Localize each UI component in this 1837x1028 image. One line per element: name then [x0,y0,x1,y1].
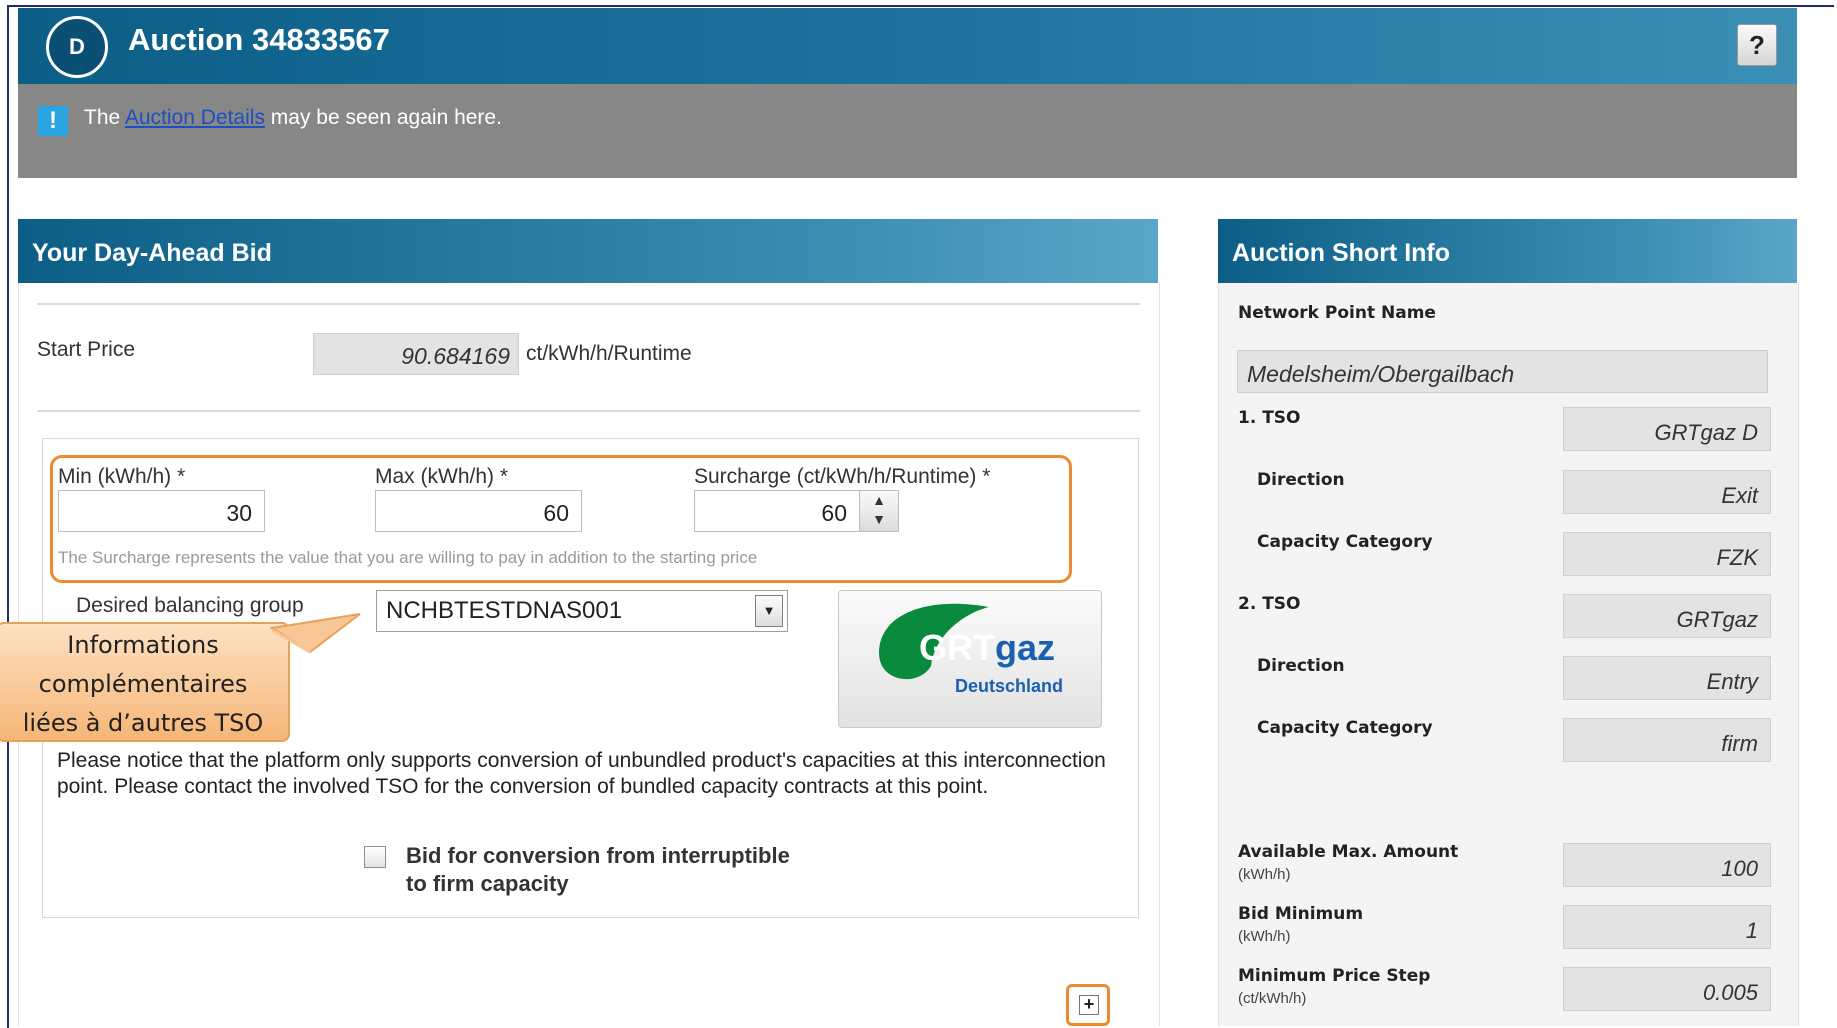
start-price-value: 90.684169 [313,333,519,375]
balancing-group-select[interactable]: NCHBTESTDNAS001 ▼ [376,590,788,632]
min-price-step-label: Minimum Price Step [1238,966,1431,986]
available-amount-unit: (kWh/h) [1238,866,1291,883]
max-input[interactable] [375,490,582,532]
plus-icon[interactable]: + [1079,995,1099,1015]
info-bar: ! The Auction Details may be seen again … [18,84,1797,178]
available-amount-value: 100 [1563,843,1771,887]
chevron-down-icon[interactable]: ▼ [860,510,898,529]
logo-grt: GRT [919,627,995,668]
tso-logo-card: GRTgaz Deutschland [838,590,1102,728]
callout-pointer [270,613,361,654]
short-info-header: Auction Short Info [1218,219,1797,283]
min-price-step-unit: (ct/kWh/h) [1238,990,1307,1007]
min-price-step-value: 0.005 [1563,967,1771,1011]
add-bid-button[interactable]: + [1066,984,1110,1026]
help-button[interactable]: ? [1737,24,1777,66]
info-icon: ! [38,106,68,136]
page-title: Auction 34833567 [128,22,390,57]
tso1-label: 1. TSO [1238,408,1301,428]
conversion-label-line: to firm capacity [406,871,569,896]
bid-minimum-unit: (kWh/h) [1238,928,1291,945]
chevron-down-icon[interactable]: ▼ [755,595,783,627]
min-input[interactable] [58,490,265,532]
annotation-callout: Informations complémentaires liées à d’a… [0,622,290,742]
network-point-value: Medelsheim/Obergailbach [1237,350,1768,393]
divider [37,410,1140,412]
tso2-category-label: Capacity Category [1257,718,1433,738]
surcharge-hint: The Surcharge represents the value that … [58,548,758,567]
min-label: Min (kWh/h) * [58,465,186,488]
tso2-direction-label: Direction [1257,656,1345,676]
surcharge-stepper[interactable]: ▲ ▼ [859,490,899,532]
conversion-label: Bid for conversion from interruptible to… [406,842,790,898]
tso2-direction-value: Entry [1563,656,1771,700]
start-price-unit: ct/kWh/h/Runtime [526,342,692,365]
tso2-category-value: firm [1563,718,1771,762]
balancing-group-value: NCHBTESTDNAS001 [386,597,623,624]
surcharge-input[interactable] [694,490,860,532]
tso1-category-value: FZK [1563,532,1771,576]
chevron-up-icon[interactable]: ▲ [860,491,898,510]
tso1-direction-value: Exit [1563,470,1771,514]
callout-line: Informations [67,631,219,659]
auction-header: D Auction 34833567 ? [18,8,1797,84]
tso1-value: GRTgaz D [1563,407,1771,451]
conversion-label-line: Bid for conversion from interruptible [406,843,790,868]
bid-minimum-label: Bid Minimum [1238,904,1364,924]
tso2-value: GRTgaz [1563,594,1771,638]
direction-badge: D [46,16,108,78]
divider [37,303,1140,305]
max-label: Max (kWh/h) * [375,465,509,488]
info-text-before: The [84,106,125,129]
info-message: The Auction Details may be seen again he… [84,106,502,130]
logo-subtitle: Deutschland [955,676,1064,696]
tso1-category-label: Capacity Category [1257,532,1433,552]
logo-wordmark: GRTgaz [919,627,1055,669]
conversion-checkbox[interactable] [364,846,386,868]
logo-gaz: gaz [995,627,1056,668]
network-point-label: Network Point Name [1238,303,1436,323]
bid-panel-header: Your Day-Ahead Bid [18,219,1158,283]
callout-line: liées à d’autres TSO [22,709,264,737]
available-amount-label: Available Max. Amount [1238,842,1459,862]
callout-line: complémentaires [38,670,248,698]
bid-minimum-value: 1 [1563,905,1771,949]
tso1-direction-label: Direction [1257,470,1345,490]
info-text-after: may be seen again here. [264,106,502,129]
tso2-label: 2. TSO [1238,594,1301,614]
start-price-label: Start Price [37,338,136,361]
surcharge-label: Surcharge (ct/kWh/h/Runtime) * [694,465,991,488]
auction-details-link[interactable]: Auction Details [125,106,265,129]
conversion-notice: Please notice that the platform only sup… [57,749,1106,798]
